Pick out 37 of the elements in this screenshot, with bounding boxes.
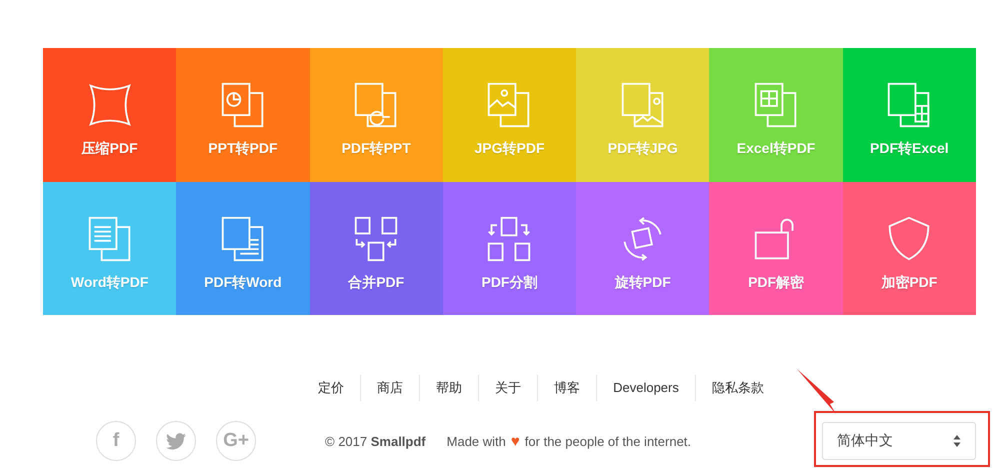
tool-tile[interactable]: 压缩PDF bbox=[43, 48, 176, 182]
social-button[interactable]: G+ bbox=[216, 421, 256, 461]
split-icon bbox=[486, 216, 532, 262]
tool-tile[interactable]: Word转PDF bbox=[43, 182, 176, 315]
tool-tile[interactable]: PDF转PPT bbox=[310, 48, 443, 182]
footer-link[interactable]: 帮助 bbox=[419, 375, 478, 401]
footer-link[interactable]: 博客 bbox=[537, 375, 596, 401]
tool-tile[interactable]: PPT转PDF bbox=[176, 48, 310, 182]
tool-tile[interactable]: JPG转PDF bbox=[442, 48, 576, 182]
tool-tile[interactable]: PDF转Word bbox=[176, 182, 310, 315]
social-button[interactable]: f bbox=[96, 421, 136, 461]
merge-icon bbox=[353, 216, 400, 262]
up-down-icon bbox=[953, 434, 961, 448]
footer-link[interactable]: 隐私条款 bbox=[694, 375, 780, 401]
language-select[interactable]: 简体中文 bbox=[822, 422, 976, 460]
footer-link[interactable]: Developers bbox=[596, 375, 695, 401]
tool-tile[interactable]: 合并PDF bbox=[310, 182, 443, 315]
compress-icon bbox=[86, 82, 133, 128]
made-with-text: for the people of the internet. bbox=[524, 434, 692, 448]
tool-tile[interactable]: PDF解密 bbox=[709, 182, 843, 315]
pdf-to-jpg-icon bbox=[620, 82, 666, 128]
footer-link[interactable]: 商店 bbox=[360, 375, 420, 401]
pdf-to-word-icon bbox=[220, 216, 266, 262]
heart-icon: ♥ bbox=[510, 432, 520, 450]
tool-tile[interactable]: Excel转PDF bbox=[709, 48, 843, 182]
bird-icon-button[interactable] bbox=[156, 421, 196, 461]
ppt-to-pdf-icon bbox=[220, 82, 266, 128]
tool-tile[interactable]: PDF转Excel bbox=[842, 48, 976, 182]
word-to-pdf-icon bbox=[86, 216, 133, 262]
tool-tile[interactable]: 加密PDF bbox=[842, 182, 976, 315]
copyright-text: © 2017 Smallpdf bbox=[325, 434, 426, 448]
footer-link[interactable]: 定价 bbox=[302, 375, 360, 401]
tool-tile[interactable]: PDF分割 bbox=[442, 182, 576, 315]
bird-icon bbox=[166, 432, 186, 450]
tool-tile[interactable]: 旋转PDF bbox=[576, 182, 710, 315]
footer-link[interactable]: 关于 bbox=[478, 375, 538, 401]
made-with-text: Made with bbox=[446, 434, 506, 448]
